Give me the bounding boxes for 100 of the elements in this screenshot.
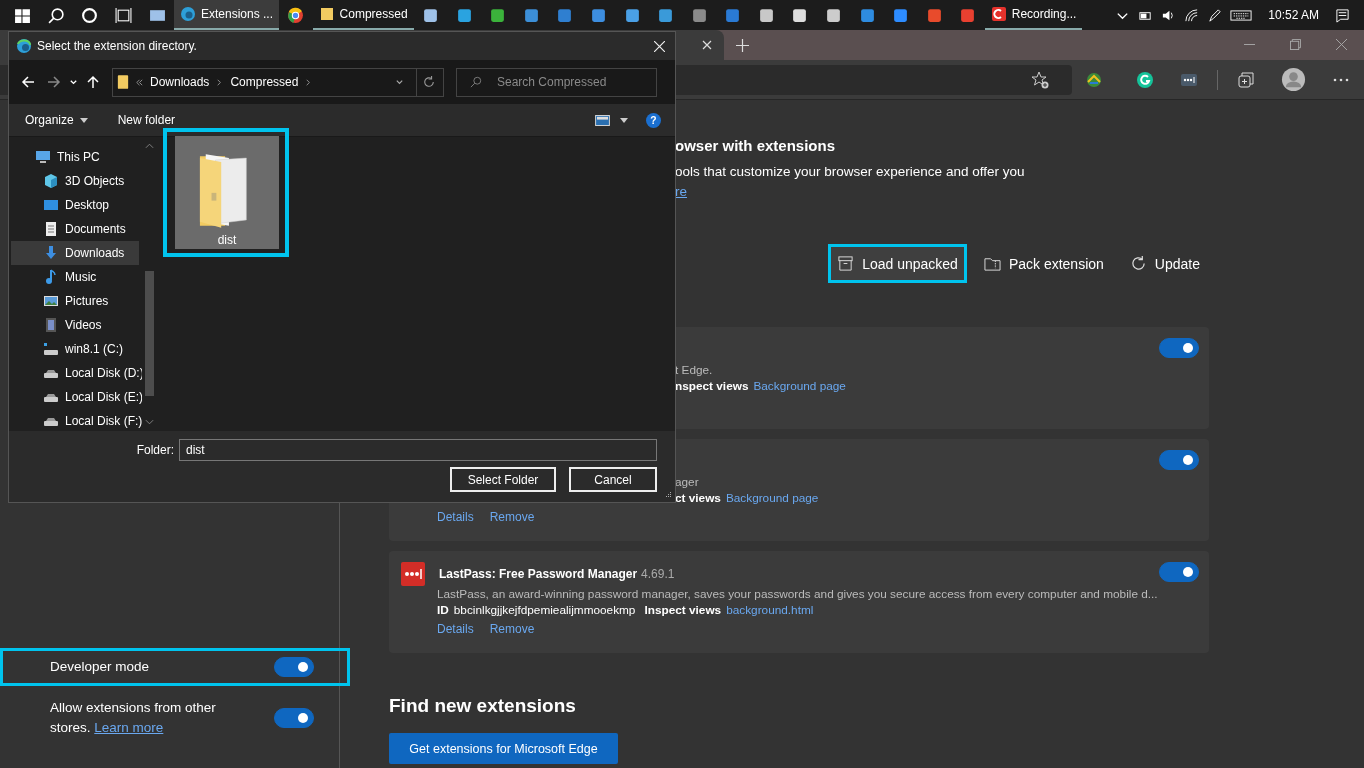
desktop-icon xyxy=(43,197,59,213)
caret-icon[interactable] xyxy=(620,117,628,123)
toggle-switch[interactable] xyxy=(274,708,314,728)
action-button[interactable]: Update xyxy=(1123,247,1206,280)
organize-menu[interactable]: Organize xyxy=(19,111,94,129)
nav-item[interactable]: 3D Objects xyxy=(11,169,139,193)
app-icon[interactable] xyxy=(892,6,910,24)
refresh-icon xyxy=(1129,255,1147,272)
caret-icon xyxy=(79,117,88,123)
inspect-views-label: nspect views xyxy=(675,378,749,394)
extension-description: ager xyxy=(675,474,699,490)
avatar-icon[interactable] xyxy=(1281,67,1306,92)
inspect-views-label: ct views xyxy=(675,490,721,506)
nav-item[interactable]: Downloads xyxy=(11,241,139,265)
letter-g-icon[interactable] xyxy=(1136,70,1154,89)
chevron-down-icon[interactable] xyxy=(69,77,78,87)
folder-label: Folder: xyxy=(136,443,174,457)
section-heading: Find new extensions xyxy=(389,695,577,717)
app-icon[interactable] xyxy=(657,6,675,24)
notification-icon[interactable] xyxy=(1335,7,1350,23)
help-icon[interactable]: ? xyxy=(646,112,661,128)
nav-item[interactable]: Music xyxy=(11,265,139,289)
extension-version: 4.69.1 xyxy=(641,567,675,581)
forward-arrow-icon[interactable] xyxy=(47,75,61,89)
dialog-button[interactable]: Cancel xyxy=(569,467,657,492)
browser-icon[interactable] xyxy=(287,6,305,24)
app-icon[interactable] xyxy=(623,6,641,24)
music-note-icon xyxy=(43,269,59,285)
folder-item[interactable]: dist xyxy=(175,136,279,249)
setting-label: Developer mode xyxy=(50,658,151,676)
star-plus-icon[interactable] xyxy=(1031,70,1049,89)
globe-icon[interactable] xyxy=(1085,70,1103,89)
dialog-title: Select the extension directory. xyxy=(37,39,198,53)
box-icon xyxy=(837,255,855,272)
card-link[interactable]: Details xyxy=(437,622,474,636)
card-link[interactable]: Details xyxy=(437,510,474,524)
app-icon[interactable] xyxy=(489,6,507,24)
browser-logo-icon xyxy=(16,38,32,54)
inspect-views-label: Inspect views xyxy=(644,602,722,618)
document-icon xyxy=(43,221,59,237)
double-chevron-icon xyxy=(135,77,144,87)
breadcrumb-item[interactable]: Compressed xyxy=(230,75,299,89)
dialog-button[interactable]: Select Folder xyxy=(450,467,556,492)
up-arrow-icon[interactable] xyxy=(86,75,100,89)
extension-name: LastPass: Free Password Manager xyxy=(439,567,638,581)
app-icon[interactable] xyxy=(455,6,473,24)
app-icon[interactable] xyxy=(421,6,439,24)
folder-field[interactable]: dist xyxy=(179,439,657,461)
nav-item[interactable]: Documents xyxy=(11,217,139,241)
app-icon[interactable] xyxy=(825,6,843,24)
back-arrow-icon[interactable] xyxy=(21,75,35,89)
toggle-switch[interactable] xyxy=(1159,562,1199,582)
keyboard-icon[interactable] xyxy=(1230,7,1253,23)
new-folder-button[interactable]: New folder xyxy=(111,111,182,129)
view-icon[interactable] xyxy=(595,114,610,126)
toggle-switch[interactable] xyxy=(274,657,314,677)
search-field[interactable]: Search Compressed xyxy=(456,67,657,97)
task-view-icon[interactable] xyxy=(115,6,133,24)
extension-id: bbcinlkgjjkejfdpemiealijmmooekmp xyxy=(453,602,636,618)
dots-icon xyxy=(401,562,425,586)
setting-label: Allow extensions from other stores. Learn more xyxy=(50,699,217,737)
background-page-link[interactable]: Background page xyxy=(725,490,819,506)
restore-icon[interactable] xyxy=(1290,39,1301,50)
toggle-switch[interactable] xyxy=(1159,450,1199,470)
wifi-icon[interactable] xyxy=(1184,7,1200,23)
refresh-icon[interactable] xyxy=(423,76,435,88)
breadcrumb-item[interactable]: Downloads xyxy=(150,75,210,89)
app-icon[interactable] xyxy=(791,6,809,24)
get-extensions-button[interactable]: Get extensions for Microsoft Edge xyxy=(389,733,618,764)
nav-item[interactable]: Pictures xyxy=(11,289,139,313)
id-label: ID xyxy=(437,602,449,618)
nav-item[interactable]: win8.1 (C:) xyxy=(11,337,139,361)
nav-item[interactable]: Desktop xyxy=(11,193,139,217)
pen-icon[interactable] xyxy=(1207,7,1223,23)
address-field[interactable]: Downloads Compressed xyxy=(112,67,444,97)
learn-more-link[interactable]: Learn more xyxy=(94,720,164,735)
learn-more-link[interactable]: re xyxy=(675,184,687,199)
clock[interactable]: 10:52 AM xyxy=(1268,8,1319,22)
background-page-link[interactable]: Background page xyxy=(753,378,846,394)
nav-item[interactable]: This PC xyxy=(11,145,139,169)
chevron-down-icon[interactable] xyxy=(395,77,404,87)
resize-grip-icon[interactable] xyxy=(664,491,672,499)
nav-item[interactable]: Videos xyxy=(11,313,139,337)
taskbar-app[interactable]: Extensions ... xyxy=(173,0,279,30)
drive-icon xyxy=(43,341,59,357)
collections-icon[interactable] xyxy=(1237,70,1255,89)
search-icon xyxy=(470,75,482,88)
card-link[interactable]: Remove xyxy=(489,622,535,636)
windows-logo-icon[interactable] xyxy=(14,6,32,24)
circle-icon[interactable] xyxy=(81,6,99,24)
plus-icon[interactable] xyxy=(736,39,749,52)
card-link[interactable]: Remove xyxy=(489,510,535,524)
app-icon[interactable] xyxy=(757,6,775,24)
download-icon xyxy=(43,245,59,261)
toggle-switch[interactable] xyxy=(1159,338,1199,358)
app-icon xyxy=(318,6,335,22)
action-button[interactable]: Pack extension xyxy=(977,247,1110,280)
action-button[interactable]: Load unpacked xyxy=(831,247,964,280)
background-page-link[interactable]: background.html xyxy=(726,602,814,618)
search-icon[interactable] xyxy=(47,6,65,24)
